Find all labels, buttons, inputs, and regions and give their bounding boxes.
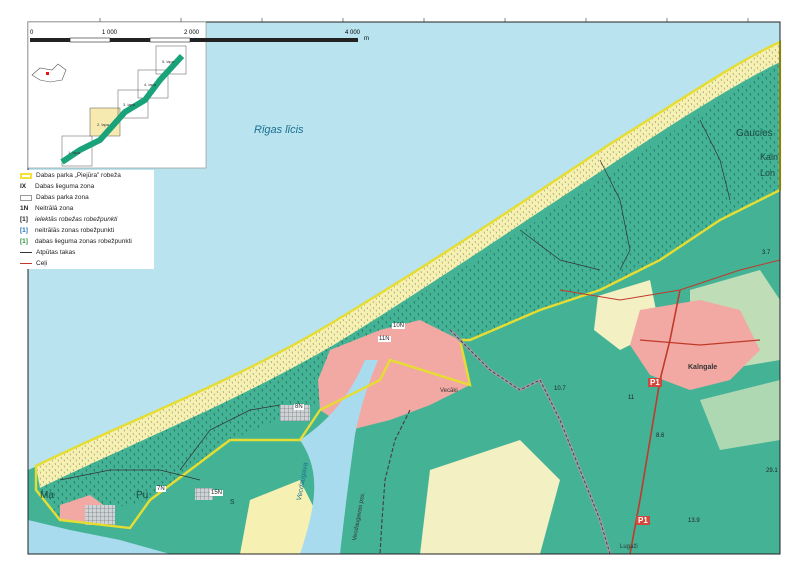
legend-code: [1] xyxy=(20,227,28,234)
elevation-2: 8.6 xyxy=(656,433,665,439)
legend-swatch-boundary xyxy=(20,172,32,179)
label-s: s xyxy=(230,496,235,506)
legend-line-trails xyxy=(20,252,32,253)
sea-label: Rīgas līcis xyxy=(254,124,304,136)
label-pu: Pu xyxy=(136,490,149,501)
elevation-6: 11 xyxy=(628,395,635,401)
legend-swatch-park xyxy=(20,194,32,201)
legend-item-outer-points: [1] ielektās robežas robežpunkti xyxy=(20,214,154,225)
scale-label-0: 0 xyxy=(30,30,34,36)
label-kalngale: Kalngale xyxy=(688,364,718,371)
neutral-label-15n: 15N xyxy=(210,490,224,496)
inset-panel xyxy=(28,22,206,168)
legend-code: 1N xyxy=(20,205,29,212)
sheet-label-2: 2. lapa xyxy=(97,122,110,127)
legend-item-park-zone: Dabas parka zona xyxy=(20,192,154,203)
elevation-3: 13.9 xyxy=(688,518,700,524)
elevation-1: 10.7 xyxy=(554,386,566,392)
label-gauciems: Gaucies xyxy=(736,128,773,139)
legend-item-reserve: IX Dabas lieguma zona xyxy=(20,181,154,192)
legend-code: [1] xyxy=(20,216,28,223)
label-kaln: Kaln xyxy=(760,152,779,162)
legend-item-roads: Ceļi xyxy=(20,258,154,269)
map-canvas xyxy=(0,0,800,586)
neutral-label-10n: 10N xyxy=(392,323,406,329)
legend-label: Ceļi xyxy=(36,260,48,267)
legend-item-neutral-points: [1] neitrālās zonas robežpunkti xyxy=(20,225,154,236)
legend-item-boundary: Dabas parka „Piejūra” robeža xyxy=(20,170,154,181)
sheet-label-3: 3. lapa xyxy=(123,102,136,107)
legend-label: Dabas parka zona xyxy=(36,194,89,201)
neutral-label-11n: 11N xyxy=(378,336,391,342)
legend-code: IX xyxy=(20,183,27,190)
legend-item-trails: Atpūtas takas xyxy=(20,247,154,258)
label-vecaki: Vecāki xyxy=(440,388,458,394)
neutral-zone-west xyxy=(85,505,115,525)
scale-label-2000: 2 000 xyxy=(184,30,200,36)
label-lon: Lon xyxy=(760,168,776,178)
legend-label: Neitrālā zona xyxy=(35,205,74,212)
neutral-label-7n: 7N xyxy=(156,486,166,492)
sheet-label-5: 5. lapa xyxy=(162,59,175,64)
neutral-label-8n: 8N xyxy=(294,404,304,410)
label-ma: Ma xyxy=(40,490,54,501)
road-badge-p1-south: P1 xyxy=(636,516,650,525)
sheet-label-4: 4. lapa xyxy=(144,82,157,87)
sheet-label-1: 1. lapa xyxy=(68,150,81,155)
elevation-4: 3.7 xyxy=(762,250,771,256)
scale-unit: m xyxy=(364,36,369,42)
scale-label-1000: 1 000 xyxy=(102,30,118,36)
legend-label: Atpūtas takas xyxy=(36,249,76,256)
label-lugaii: Lugaži xyxy=(620,544,638,550)
legend-label: dabas lieguma zonas robežpunkti xyxy=(35,238,132,245)
location-marker xyxy=(46,72,49,75)
legend-code: [1] xyxy=(20,238,28,245)
legend-item-neutral: 1N Neitrālā zona xyxy=(20,203,154,214)
legend-label: ielektās robežas robežpunkti xyxy=(35,216,118,223)
legend: Dabas parka „Piejūra” robeža IX Dabas lie… xyxy=(20,170,154,269)
scale-bar xyxy=(30,37,358,43)
legend-label: Dabas parka „Piejūra” robeža xyxy=(36,172,121,179)
legend-item-reserve-points: [1] dabas lieguma zonas robežpunkti xyxy=(20,236,154,247)
legend-line-roads xyxy=(20,263,32,264)
legend-label: Dabas lieguma zona xyxy=(35,183,95,190)
legend-label: neitrālās zonas robežpunkti xyxy=(35,227,115,234)
elevation-5: 29.1 xyxy=(766,468,778,474)
scale-label-4000: 4 000 xyxy=(345,30,361,36)
road-badge-p1-north: P1 xyxy=(648,378,662,387)
